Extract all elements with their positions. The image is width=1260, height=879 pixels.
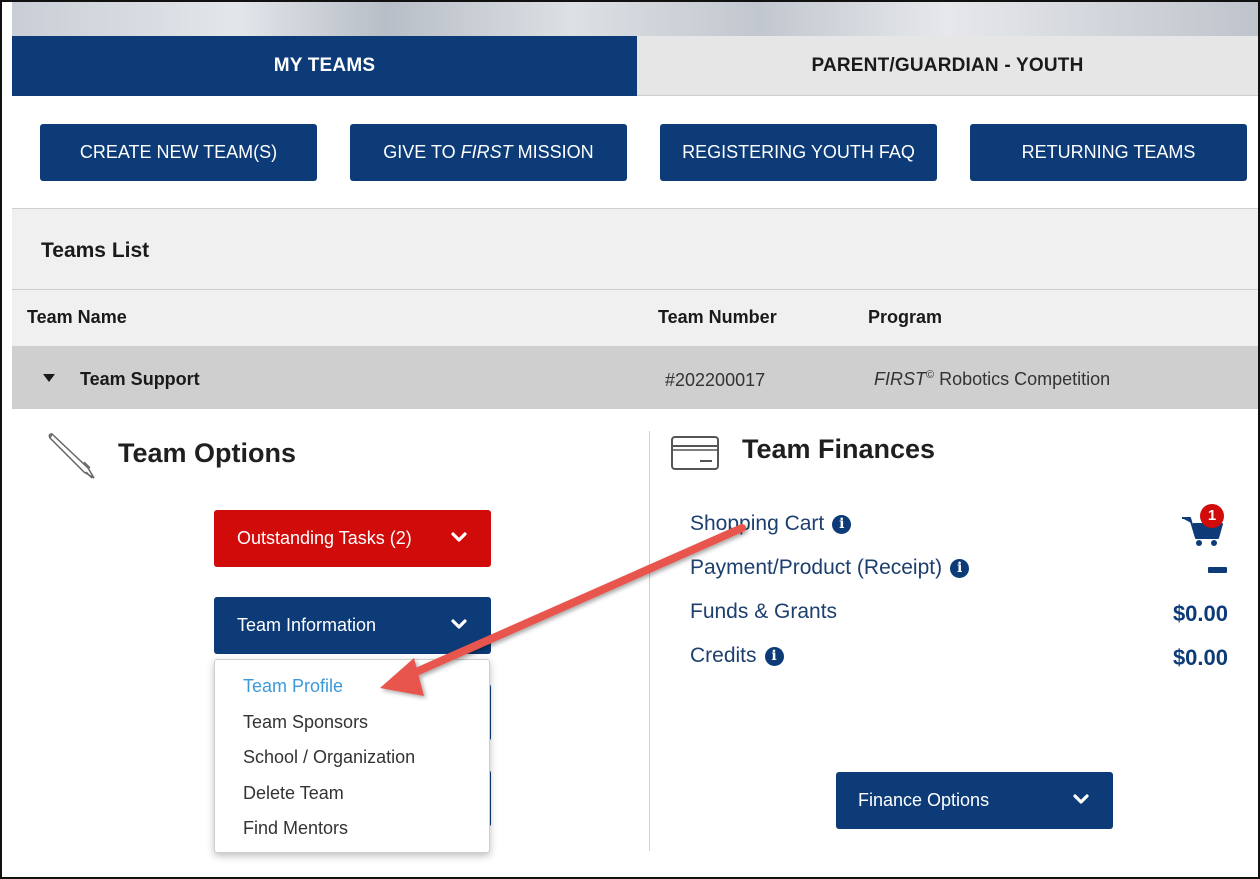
team-information-dropdown[interactable]: Team Information — [214, 597, 491, 654]
program-mark: © — [926, 369, 935, 381]
team-information-label: Team Information — [237, 615, 377, 635]
info-icon[interactable]: i — [764, 646, 784, 666]
credits-value: $0.00 — [1172, 645, 1228, 670]
program-rest: Robotics Competition — [934, 369, 1111, 389]
payment-label: Payment/Product (Receipt) — [690, 556, 943, 579]
caret-down-icon[interactable] — [43, 374, 55, 382]
shopping-cart-label: Shopping Cart — [690, 512, 825, 535]
create-new-team-button[interactable]: CREATE NEW TEAM(S) — [40, 124, 317, 181]
program-cell: FIRST© Robotics Competition — [874, 369, 1110, 390]
shopping-cart-row: Shopping Cart i — [690, 512, 852, 536]
column-program: Program — [868, 307, 943, 327]
tab-bar: MY TEAMS PARENT/GUARDIAN - YOUTH — [12, 36, 1258, 96]
screenshot-frame: MY TEAMS PARENT/GUARDIAN - YOUTH CREATE … — [0, 0, 1260, 879]
tab-parent-guardian-youth[interactable]: PARENT/GUARDIAN - YOUTH — [637, 36, 1258, 96]
menu-item-team-sponsors[interactable]: Team Sponsors — [243, 712, 368, 733]
menu-item-school-organization[interactable]: School / Organization — [243, 747, 415, 768]
program-first: FIRST — [874, 369, 926, 389]
tab-my-teams[interactable]: MY TEAMS — [12, 36, 637, 96]
pen-icon — [48, 432, 95, 479]
column-divider — [649, 431, 650, 851]
team-information-menu: Team Profile Team Sponsors School / Orga… — [214, 659, 490, 853]
give-suffix: MISSION — [517, 142, 594, 162]
chevron-down-icon — [451, 619, 467, 629]
funds-grants-value: $0.00 — [1172, 601, 1228, 626]
chevron-down-icon — [1073, 794, 1089, 804]
chevron-down-icon — [451, 532, 467, 542]
team-options-title: Team Options — [118, 438, 297, 468]
registering-youth-faq-button[interactable]: REGISTERING YOUTH FAQ — [660, 124, 937, 181]
credits-row: Credits i — [690, 644, 784, 668]
menu-item-delete-team[interactable]: Delete Team — [243, 783, 344, 804]
funds-grants-row: Funds & Grants — [690, 600, 837, 624]
teams-table-header: Team Name Team Number Program — [12, 290, 1258, 346]
team-number-cell: #202200017 — [665, 370, 766, 390]
info-icon[interactable]: i — [832, 514, 852, 534]
menu-item-team-profile[interactable]: Team Profile — [243, 676, 343, 697]
column-team-name: Team Name — [27, 307, 127, 327]
give-prefix: GIVE TO — [383, 142, 456, 162]
page: MY TEAMS PARENT/GUARDIAN - YOUTH CREATE … — [12, 36, 1258, 877]
credits-label: Credits — [690, 644, 757, 667]
outstanding-tasks-label: Outstanding Tasks (2) — [237, 528, 412, 548]
finance-options-label: Finance Options — [858, 790, 990, 810]
team-finances-title: Team Finances — [742, 434, 936, 464]
header-banner-image — [12, 2, 1258, 36]
returning-teams-button[interactable]: RETURNING TEAMS — [970, 124, 1247, 181]
give-first: FIRST — [460, 142, 513, 162]
info-icon[interactable]: i — [950, 558, 970, 578]
teams-list-title: Teams List — [41, 239, 150, 262]
give-to-first-mission-button[interactable]: GIVE TO FIRST MISSION — [350, 124, 627, 181]
payment-empty-dash — [1208, 567, 1227, 573]
cart-count-badge: 1 — [1200, 504, 1224, 528]
finance-options-dropdown[interactable]: Finance Options — [836, 772, 1113, 829]
menu-item-find-mentors[interactable]: Find Mentors — [243, 818, 348, 839]
team-name-cell: Team Support — [80, 369, 200, 389]
payment-row: Payment/Product (Receipt) i — [690, 556, 970, 580]
credit-card-icon — [671, 436, 719, 470]
teams-list-header: Teams List — [12, 209, 1258, 290]
funds-grants-label: Funds & Grants — [690, 600, 838, 623]
outstanding-tasks-dropdown[interactable]: Outstanding Tasks (2) — [214, 510, 491, 567]
action-bar: CREATE NEW TEAM(S) GIVE TO FIRST MISSION… — [12, 96, 1258, 209]
table-row[interactable]: Team Support #202200017 FIRST© Robotics … — [12, 346, 1258, 409]
column-team-number: Team Number — [658, 307, 777, 327]
